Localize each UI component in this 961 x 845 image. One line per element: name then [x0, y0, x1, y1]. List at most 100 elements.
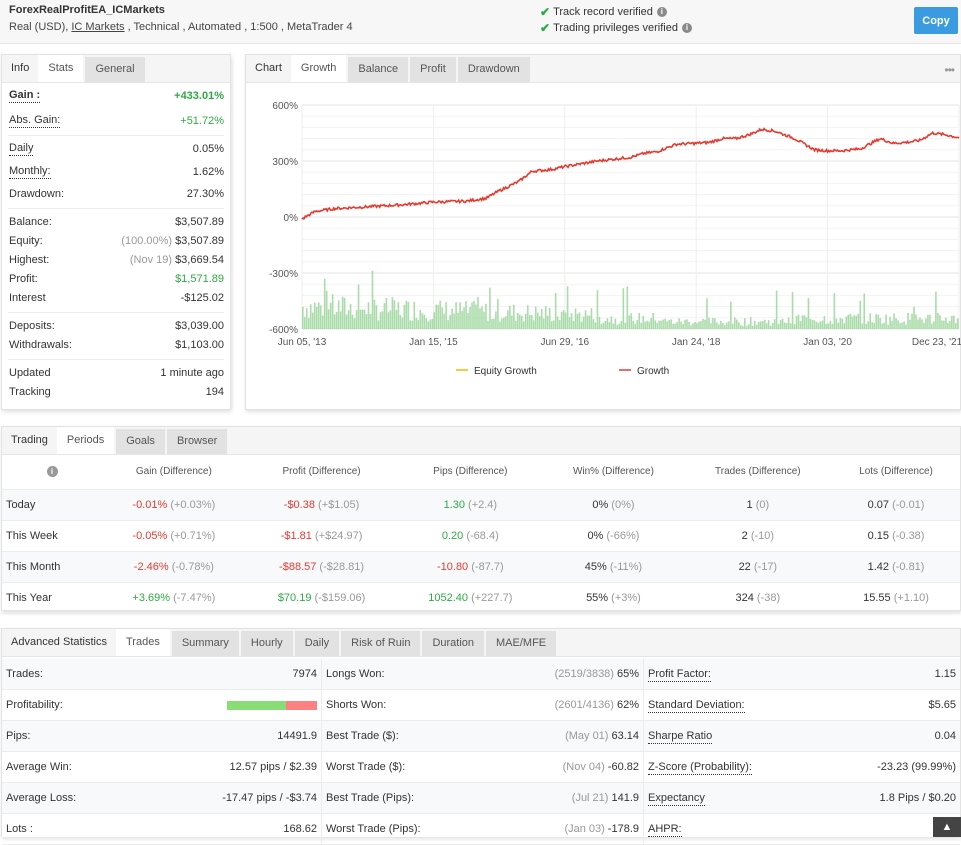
tab-mae-mfe[interactable]: MAE/MFE — [486, 631, 557, 656]
gain-label[interactable]: Gain : — [9, 89, 41, 103]
volume-bar — [755, 324, 758, 329]
profitability-win-segment — [227, 701, 286, 710]
tab-balance[interactable]: Balance — [348, 57, 409, 82]
volume-bar — [614, 318, 617, 329]
copy-button[interactable]: Copy — [914, 7, 958, 34]
gain-cell: +3.69% (-7.47%) — [102, 582, 246, 614]
gain-difference: (+0.03%) — [170, 498, 216, 511]
volume-bar — [873, 323, 875, 329]
profit-value: -$0.38 — [283, 498, 315, 511]
drawdown-label: Drawdown: — [9, 188, 65, 200]
highest-date: (Nov 19) — [129, 254, 173, 266]
periods-table: i Gain (Difference) Profit (Difference) … — [2, 455, 960, 614]
tab-risk-of-ruin[interactable]: Risk of Ruin — [341, 631, 421, 656]
abs-gain-label[interactable]: Abs. Gain: — [9, 114, 61, 128]
stat-label[interactable]: Sharpe Ratio — [648, 730, 713, 744]
tab-general[interactable]: General — [85, 57, 145, 82]
volume-bar — [933, 321, 935, 329]
volume-bar — [505, 316, 507, 329]
volume-bar — [732, 323, 734, 329]
volume-bar — [618, 323, 621, 329]
volume-bar — [903, 321, 905, 329]
volume-bar — [381, 311, 384, 329]
stat-label[interactable]: Z-Score (Probability): — [648, 761, 752, 775]
scroll-to-top-button[interactable]: ▲ — [933, 817, 961, 837]
win-difference: (+3%) — [611, 591, 641, 604]
info-icon[interactable]: i — [46, 466, 58, 478]
tab-growth[interactable]: Growth — [290, 55, 347, 82]
volume-bar — [811, 320, 814, 329]
advanced-tab-title: Advanced Statistics — [11, 636, 107, 648]
volume-bar — [417, 320, 420, 329]
volume-bar — [658, 320, 660, 329]
volume-bar — [664, 318, 666, 329]
monthly-label[interactable]: Monthly: — [9, 165, 51, 179]
info-icon[interactable]: i — [656, 7, 667, 17]
volume-bar — [576, 313, 579, 329]
volume-bar — [747, 324, 750, 329]
volume-bar — [532, 320, 535, 329]
info-icon[interactable]: i — [682, 23, 692, 33]
account-header: ForexRealProfitEA_ICMarkets Real (USD), … — [0, 0, 961, 44]
trades-difference: (0) — [755, 498, 770, 511]
tab-drawdown[interactable]: Drawdown — [457, 57, 530, 82]
volume-bar — [769, 325, 772, 329]
table-row: This Week -0.05% (+0.71%) -$1.81 (+$24.97)… — [2, 520, 960, 552]
broker-link[interactable]: IC Markets — [71, 21, 124, 33]
column-header: Trades (Difference) — [683, 455, 833, 490]
stat-label[interactable]: Expectancy — [648, 792, 705, 806]
volume-bar — [513, 304, 515, 329]
tab-browser[interactable]: Browser — [166, 429, 228, 454]
win-cell: 0% (-66%) — [543, 520, 684, 552]
tab-goals[interactable]: Goals — [116, 429, 165, 454]
volume-bar — [548, 307, 551, 329]
volume-bar — [528, 314, 531, 329]
stat-value: $5.65 — [928, 699, 956, 711]
stat-value: 62% — [616, 699, 639, 711]
volume-bar — [604, 320, 607, 329]
divider — [8, 135, 224, 136]
volume-bar — [678, 318, 680, 329]
period-label: This Month — [2, 551, 102, 583]
stat-label[interactable]: Profit Factor: — [648, 668, 711, 682]
tab-trades[interactable]: Trades — [116, 629, 170, 656]
trades-value: 324 — [735, 591, 754, 604]
tab-daily[interactable]: Daily — [294, 631, 340, 656]
tab-summary[interactable]: Summary — [171, 631, 239, 656]
volume-bar — [899, 323, 901, 329]
volume-bar — [831, 323, 834, 329]
tab-periods[interactable]: Periods — [56, 427, 115, 454]
profit-value: -$88.57 — [279, 560, 317, 573]
tab-stats[interactable]: Stats — [38, 55, 84, 82]
volume-bar — [363, 309, 366, 329]
volume-bar — [586, 315, 589, 329]
more-options-icon[interactable]: ••• — [944, 63, 955, 77]
tab-hourly[interactable]: Hourly — [240, 631, 293, 656]
tab-duration[interactable]: Duration — [422, 631, 485, 656]
volume-bar — [594, 322, 597, 329]
stat-label: Shorts Won: — [326, 699, 387, 711]
volume-bar — [871, 322, 873, 329]
volume-bar — [351, 314, 354, 329]
volume-bar — [467, 313, 469, 329]
equity-percent: (100.00%) — [121, 235, 173, 247]
volume-bar — [487, 321, 489, 329]
stat-label[interactable]: Standard Deviation: — [648, 699, 745, 713]
volume-bar — [570, 313, 573, 329]
daily-label[interactable]: Daily — [9, 142, 34, 156]
stat-value-group: -17.47 pips / -$3.74 — [222, 783, 317, 813]
stat-value-group: 7974 — [293, 659, 317, 689]
stat-label: Best Trade (Pips): — [326, 792, 415, 804]
gain-row: Gain : +433.01% — [2, 87, 230, 106]
volume-bar — [813, 320, 816, 329]
stat-row: Shorts Won: (2601/4136) 62% — [322, 690, 643, 721]
volume-bar — [447, 320, 449, 329]
growth-chart: 600% 300% 0% -300% -600%Jun 05, '13 Jan 15, '… — [269, 101, 961, 377]
volume-bar — [347, 310, 350, 329]
stat-row: Sharpe Ratio 0.04 — [644, 721, 960, 752]
stat-value: 7974 — [292, 668, 317, 680]
tab-profit[interactable]: Profit — [410, 57, 456, 82]
stat-label[interactable]: AHPR: — [648, 823, 682, 837]
volume-bar — [698, 321, 700, 329]
win-cell: 45% (-11%) — [543, 551, 684, 583]
